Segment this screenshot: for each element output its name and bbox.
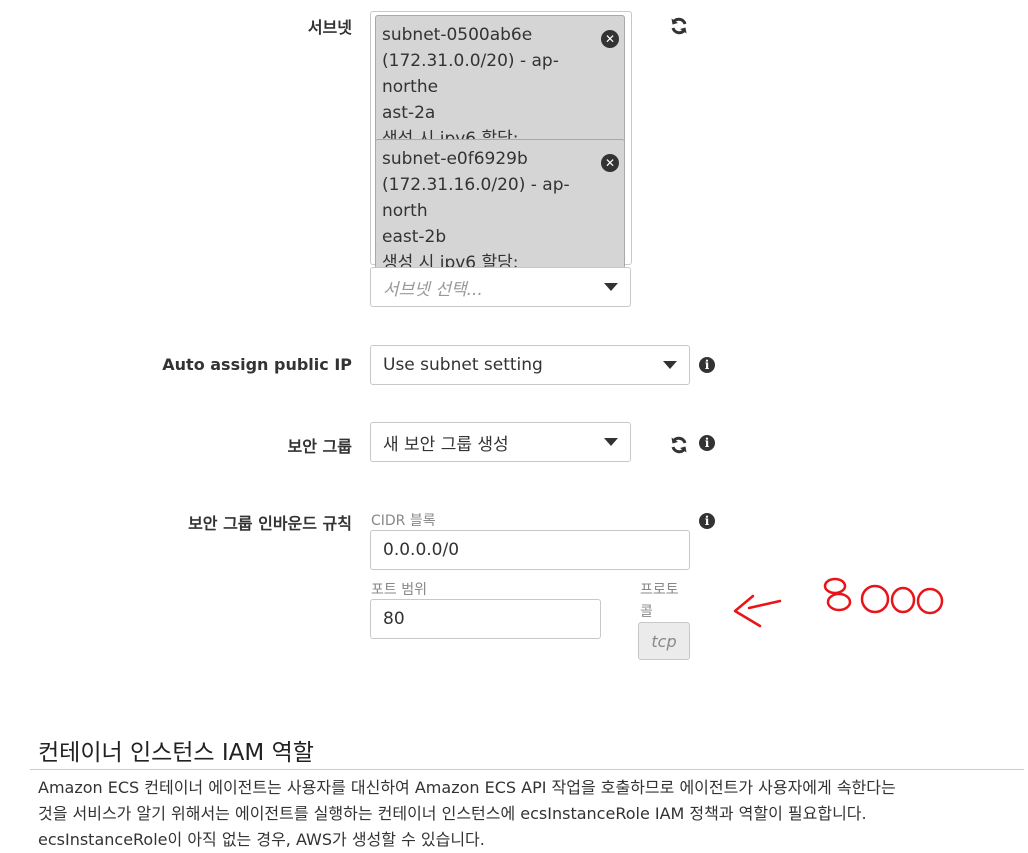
subnet-multiselect[interactable]: subnet-0500ab6e (172.31.0.0/20) - ap-nor… xyxy=(370,11,632,307)
chevron-down-icon xyxy=(604,438,618,446)
refresh-security-group-icon[interactable] xyxy=(669,435,689,455)
cidr-label: CIDR 블록 xyxy=(371,513,436,529)
auto-ip-value: Use subnet setting xyxy=(383,355,543,375)
port-range-value: 80 xyxy=(383,609,405,629)
subnet-label: 서브넷 xyxy=(307,18,352,37)
security-group-value: 새 보안 그룹 생성 xyxy=(383,434,509,455)
port-range-label: 포트 범위 xyxy=(371,582,427,598)
port-range-input[interactable]: 80 xyxy=(370,599,601,639)
subnet-select[interactable]: 서브넷 선택... xyxy=(370,267,631,307)
chevron-down-icon xyxy=(604,283,618,291)
inbound-rules-label: 보안 그룹 인바운드 규칙 xyxy=(188,514,352,533)
iam-description: Amazon ECS 컨테이너 에이전트는 사용자를 대신하여 Amazon E… xyxy=(38,775,1023,853)
refresh-subnet-icon[interactable] xyxy=(669,16,689,36)
subnet-tag-az: east-2b xyxy=(382,227,447,247)
chevron-down-icon xyxy=(663,361,677,369)
subnet-tag-id: subnet-e0f6929b xyxy=(382,149,528,169)
protocol-label-line: 콜 xyxy=(640,604,653,620)
iam-description-line: ecsInstanceRole이 아직 없는 경우, AWS가 생성할 수 있습… xyxy=(38,830,485,849)
subnet-placeholder: 서브넷 선택... xyxy=(383,279,483,300)
subnet-tag-cidr: (172.31.16.0/20) - ap-north xyxy=(382,175,570,221)
info-icon[interactable]: i xyxy=(699,513,715,529)
subnet-tag-cidr: (172.31.0.0/20) - ap-northe xyxy=(382,51,559,97)
subnet-tag-az: ast-2a xyxy=(382,103,436,123)
security-group-label: 보안 그룹 xyxy=(287,437,352,456)
info-icon[interactable]: i xyxy=(699,357,715,373)
remove-icon[interactable]: ✕ xyxy=(601,30,619,48)
protocol-label-line: 프로토 xyxy=(640,582,679,598)
remove-icon[interactable]: ✕ xyxy=(601,154,619,172)
cidr-value: 0.0.0.0/0 xyxy=(383,540,460,560)
section-divider xyxy=(30,769,1024,770)
protocol-label: 프로토 콜 xyxy=(640,579,679,623)
cidr-input[interactable]: 0.0.0.0/0 xyxy=(370,530,690,570)
protocol-value: tcp xyxy=(651,631,677,651)
subnet-tag-id: subnet-0500ab6e xyxy=(382,25,533,45)
iam-section-title: 컨테이너 인스턴스 IAM 역할 xyxy=(38,740,314,766)
iam-description-line: Amazon ECS 컨테이너 에이전트는 사용자를 대신하여 Amazon E… xyxy=(38,778,896,797)
auto-ip-label: Auto assign public IP xyxy=(162,355,352,374)
auto-ip-select[interactable]: Use subnet setting xyxy=(370,345,690,385)
protocol-field: tcp xyxy=(638,622,690,660)
iam-description-line: 것을 서비스가 알기 위해서는 에이전트를 실행하는 컨테이너 인스턴스에 ec… xyxy=(38,804,867,823)
handwritten-annotation xyxy=(733,577,944,628)
info-icon[interactable]: i xyxy=(699,435,715,451)
security-group-select[interactable]: 새 보안 그룹 생성 xyxy=(370,422,631,462)
